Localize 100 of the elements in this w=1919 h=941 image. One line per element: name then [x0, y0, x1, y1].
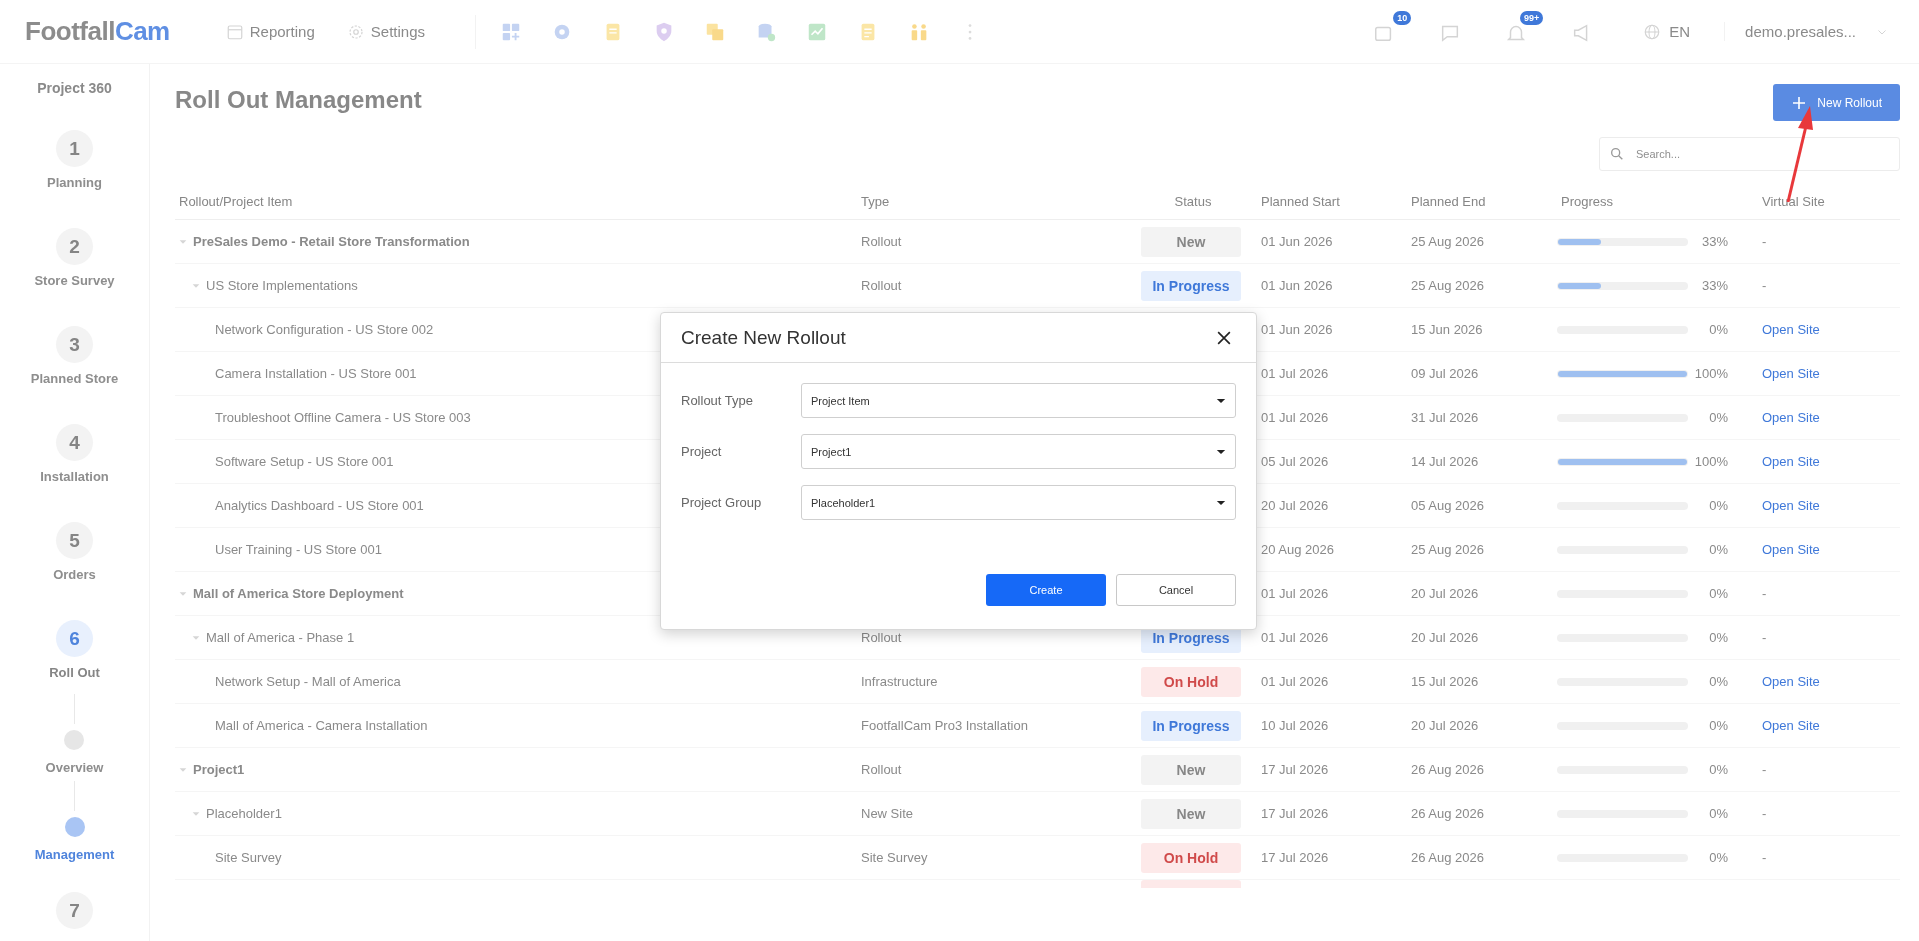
new-rollout-button[interactable]: New Rollout: [1773, 84, 1900, 121]
open-site-link[interactable]: Open Site: [1762, 498, 1820, 513]
field-label: Rollout Type: [681, 393, 755, 408]
table-cell: 09 Jul 2026: [1411, 366, 1479, 381]
table-cell: 05 Jul 2026: [1261, 454, 1329, 469]
item-name: Mall of America Store Deployment: [193, 586, 404, 601]
caret-icon[interactable]: [179, 237, 187, 246]
open-site-link[interactable]: Open Site: [1762, 366, 1820, 381]
column-header: Status: [1173, 194, 1213, 209]
search-icon: [1609, 146, 1625, 162]
dropdown-field[interactable]: Project Item: [801, 383, 1236, 418]
dropdown-field[interactable]: Placeholder1: [801, 485, 1236, 520]
open-site-link[interactable]: Open Site: [1762, 410, 1820, 425]
settings-nav[interactable]: Settings: [340, 18, 431, 45]
progress-percent: 33%: [1700, 234, 1728, 249]
caret-icon[interactable]: [179, 589, 187, 598]
table-cell: 01 Jun 2026: [1261, 234, 1333, 249]
bell-button[interactable]: 99+: [1505, 10, 1544, 45]
table-cell: Rollout: [861, 234, 902, 249]
progress-percent: 0%: [1708, 762, 1728, 777]
column-header: Rollout/Project Item: [178, 194, 294, 209]
step-number[interactable]: 7: [56, 892, 93, 929]
table-cell: 10 Jul 2026: [1261, 718, 1329, 733]
table-cell: -: [1762, 806, 1767, 821]
step-number[interactable]: 5: [56, 522, 93, 559]
step-label: Planned Store: [30, 371, 119, 386]
step-number[interactable]: 3: [56, 326, 93, 363]
column-header: Type: [860, 194, 891, 209]
status-badge: New: [1141, 754, 1241, 785]
field-label: Project: [681, 444, 723, 459]
open-site-link[interactable]: Open Site: [1762, 674, 1820, 689]
inbox-button[interactable]: 10: [1373, 10, 1412, 45]
progress-percent: 0%: [1708, 542, 1728, 557]
table-cell: 14 Jul 2026: [1411, 454, 1479, 469]
open-site-link[interactable]: Open Site: [1762, 542, 1820, 557]
item-name: Mall of America - Phase 1: [206, 630, 355, 645]
column-header: Virtual Site: [1761, 194, 1826, 209]
step-number[interactable]: 2: [56, 228, 93, 265]
table-cell: 17 Jul 2026: [1261, 850, 1329, 865]
settings-icon: [346, 22, 365, 41]
reporting-nav[interactable]: Reporting: [219, 18, 321, 45]
table-cell: 17 Jul 2026: [1261, 806, 1329, 821]
table-cell: 26 Aug 2026: [1411, 850, 1485, 865]
item-name: Network Setup - Mall of America: [215, 674, 401, 689]
substep-label: Management: [34, 847, 115, 862]
table-cell: -: [1762, 586, 1767, 601]
step-label: Orders: [53, 567, 96, 582]
progress-percent: 33%: [1700, 278, 1728, 293]
progress-percent: 0%: [1708, 674, 1728, 689]
step-label: Roll Out: [49, 665, 100, 680]
step-number[interactable]: 1: [56, 130, 93, 167]
progress-percent: 0%: [1708, 410, 1728, 425]
step-label: Installation: [40, 469, 109, 484]
substep-item[interactable]: Management: [34, 817, 115, 862]
table-cell: 17 Jul 2026: [1261, 762, 1329, 777]
table-cell: 25 Aug 2026: [1411, 234, 1485, 249]
open-site-link[interactable]: Open Site: [1762, 718, 1820, 733]
dropdown-field[interactable]: Project1: [801, 434, 1236, 469]
status-badge: In Progress: [1141, 270, 1241, 301]
progress-percent: 0%: [1708, 850, 1728, 865]
caret-icon[interactable]: [192, 809, 200, 818]
substep-item[interactable]: Overview: [45, 730, 104, 775]
step-label: Store Survey: [34, 273, 115, 288]
account-menu[interactable]: demo.presales...: [1724, 22, 1894, 41]
table-cell: Rollout: [861, 278, 902, 293]
item-name: US Store Implementations: [206, 278, 358, 293]
search-field[interactable]: Search...: [1599, 137, 1900, 171]
table-cell: 31 Jul 2026: [1411, 410, 1479, 425]
table-cell: 15 Jul 2026: [1411, 674, 1479, 689]
step-number[interactable]: 6: [56, 620, 93, 657]
progress-percent: 0%: [1708, 806, 1728, 821]
open-site-link[interactable]: Open Site: [1762, 322, 1820, 337]
item-name: PreSales Demo - Retail Store Transformation: [193, 234, 470, 249]
progress-percent: 100%: [1693, 454, 1728, 469]
caret-icon[interactable]: [192, 633, 200, 642]
item-name: Analytics Dashboard - US Store 001: [215, 498, 424, 513]
item-name: Placeholder1: [206, 806, 282, 821]
caret-icon[interactable]: [179, 765, 187, 774]
count-badge: 10: [1393, 10, 1412, 25]
create-button[interactable]: Create: [986, 574, 1106, 606]
language-selector[interactable]: EN: [1637, 21, 1697, 42]
progress-percent: 0%: [1708, 322, 1728, 337]
table-cell: -: [1762, 762, 1767, 777]
table-cell: 20 Jul 2026: [1411, 718, 1479, 733]
caret-icon[interactable]: [192, 281, 200, 290]
table-cell: 26 Aug 2026: [1411, 806, 1485, 821]
table-cell: 01 Jun 2026: [1261, 278, 1333, 293]
status-badge: On Hold: [1141, 666, 1241, 697]
step-label: Planning: [47, 175, 102, 190]
table-cell: 20 Aug 2026: [1261, 542, 1335, 557]
item-name: Software Setup - US Store 001: [215, 454, 394, 469]
calendar-icon: [225, 22, 244, 41]
page-title: Roll Out Management: [175, 86, 422, 114]
open-site-link[interactable]: Open Site: [1762, 454, 1820, 469]
count-badge: 99+: [1520, 10, 1544, 25]
cancel-button[interactable]: Cancel: [1116, 574, 1236, 606]
progress-percent: 0%: [1708, 586, 1728, 601]
progress-percent: 0%: [1708, 718, 1728, 733]
table-cell: 20 Jul 2026: [1411, 630, 1479, 645]
step-number[interactable]: 4: [56, 424, 93, 461]
